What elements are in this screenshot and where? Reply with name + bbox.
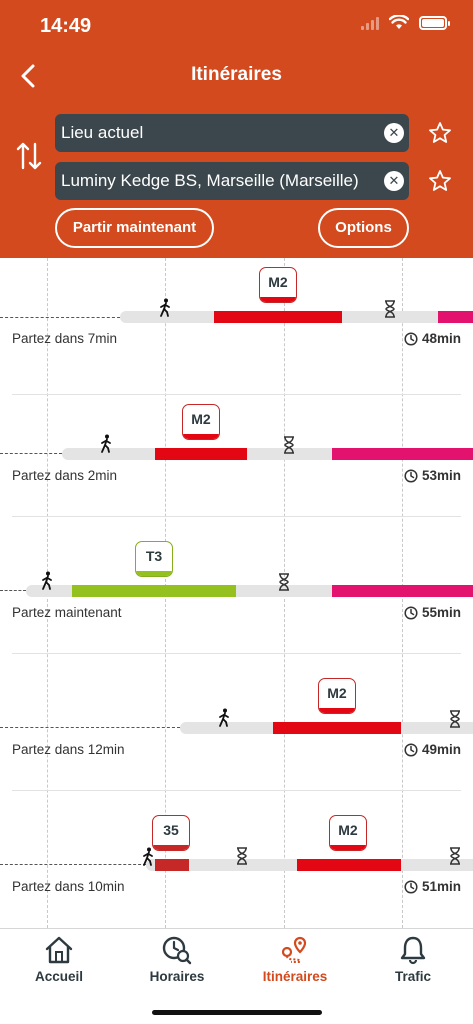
hourglass-icon bbox=[237, 847, 247, 865]
trip-duration: 49min bbox=[404, 742, 461, 757]
wifi-icon bbox=[389, 15, 409, 29]
wait-segment bbox=[401, 722, 473, 734]
tab-itineraires[interactable]: Itinéraires bbox=[236, 929, 354, 999]
departure-text: Partez dans 2min bbox=[12, 468, 118, 483]
hourglass-icon bbox=[284, 436, 294, 454]
line-badge-m2: M2 bbox=[329, 815, 367, 851]
origin-field[interactable]: Lieu actuel ✕ bbox=[55, 114, 409, 152]
itinerary-list[interactable]: M2 Partez dans 7min 48min M2 Partez dans… bbox=[0, 258, 473, 928]
duration-value: 55min bbox=[421, 605, 461, 620]
trip-duration: 55min bbox=[404, 605, 461, 620]
duration-value: 53min bbox=[421, 468, 461, 483]
route-pin-icon bbox=[281, 936, 307, 963]
metro-segment bbox=[297, 859, 401, 871]
tab-label: Itinéraires bbox=[262, 969, 328, 984]
connection-segment bbox=[332, 585, 473, 597]
itinerary-card[interactable]: T3 Partez maintenant 55min bbox=[0, 517, 473, 654]
itinerary-card[interactable]: 35 M2 Partez dans 10min 51min bbox=[0, 791, 473, 928]
destination-value: Luminy Kedge BS, Marseille (Marseille) bbox=[61, 171, 359, 190]
departure-marker-line bbox=[0, 864, 146, 865]
status-time: 14:49 bbox=[40, 15, 92, 37]
page-title: Itinéraires bbox=[191, 64, 282, 85]
connection-segment bbox=[332, 448, 473, 460]
walking-person-icon bbox=[219, 708, 229, 727]
clock-icon bbox=[404, 879, 418, 894]
hourglass-icon bbox=[450, 710, 460, 728]
clear-origin-button[interactable]: ✕ bbox=[384, 123, 404, 143]
departure-marker-line bbox=[0, 727, 180, 728]
trip-duration: 48min bbox=[404, 331, 461, 346]
status-icons bbox=[361, 15, 450, 30]
walking-person-icon bbox=[143, 847, 153, 866]
destination-field[interactable]: Luminy Kedge BS, Marseille (Marseille) ✕ bbox=[55, 162, 409, 200]
hourglass-icon bbox=[279, 573, 289, 591]
tab-horaires[interactable]: Horaires bbox=[118, 929, 236, 999]
walking-person-icon bbox=[101, 434, 111, 453]
departure-text: Partez dans 10min bbox=[12, 879, 125, 894]
duration-value: 51min bbox=[421, 879, 461, 894]
departure-marker-line bbox=[0, 590, 26, 591]
tab-trafic[interactable]: Trafic bbox=[354, 929, 472, 999]
clock-icon bbox=[404, 742, 418, 757]
departure-text: Partez dans 12min bbox=[12, 742, 125, 757]
trip-duration: 51min bbox=[404, 879, 461, 894]
itinerary-card[interactable]: M2 Partez dans 12min 49min bbox=[0, 654, 473, 791]
duration-value: 48min bbox=[421, 331, 461, 346]
itinerary-card[interactable]: M2 Partez dans 2min 53min bbox=[0, 380, 473, 517]
walking-person-icon bbox=[160, 298, 170, 317]
home-indicator[interactable] bbox=[152, 1010, 322, 1015]
hourglass-icon bbox=[385, 300, 395, 318]
metro-segment bbox=[155, 448, 247, 460]
departure-marker-line bbox=[0, 317, 120, 318]
metro-segment bbox=[273, 722, 401, 734]
clock-search-icon bbox=[162, 936, 192, 965]
departure-text: Partez dans 7min bbox=[12, 331, 118, 346]
clock-icon bbox=[404, 605, 418, 620]
connection-segment bbox=[438, 311, 473, 323]
home-icon bbox=[45, 936, 73, 964]
tab-accueil[interactable]: Accueil bbox=[0, 929, 118, 999]
status-bar: 14:49 bbox=[0, 0, 473, 52]
tab-label: Accueil bbox=[34, 969, 84, 984]
departure-text: Partez maintenant bbox=[12, 605, 122, 620]
line-badge-m2: M2 bbox=[259, 267, 297, 303]
duration-value: 49min bbox=[421, 742, 461, 757]
walking-person-icon bbox=[42, 571, 52, 590]
bell-icon bbox=[400, 936, 426, 965]
favorite-destination-star-icon[interactable] bbox=[428, 169, 452, 193]
clock-icon bbox=[404, 331, 418, 346]
trip-duration: 53min bbox=[404, 468, 461, 483]
swap-directions-button[interactable] bbox=[16, 140, 42, 172]
cellular-signal-icon bbox=[361, 16, 379, 30]
tab-label: Horaires bbox=[149, 969, 205, 984]
line-badge-m2: M2 bbox=[318, 678, 356, 714]
tab-label: Trafic bbox=[394, 969, 432, 984]
battery-icon bbox=[419, 15, 450, 30]
origin-value: Lieu actuel bbox=[61, 123, 144, 142]
leave-now-button[interactable]: Partir maintenant bbox=[55, 208, 214, 248]
header: 14:49 Itinéraires Lieu actuel ✕ Luminy K… bbox=[0, 0, 473, 258]
bus-segment bbox=[155, 859, 189, 871]
line-badge-t3: T3 bbox=[135, 541, 173, 577]
departure-marker-line bbox=[0, 453, 62, 454]
line-badge-m2: M2 bbox=[182, 404, 220, 440]
favorite-origin-star-icon[interactable] bbox=[428, 121, 452, 145]
options-button[interactable]: Options bbox=[318, 208, 409, 248]
clock-icon bbox=[404, 468, 418, 483]
wait-segment bbox=[401, 859, 473, 871]
itinerary-card[interactable]: M2 Partez dans 7min 48min bbox=[0, 258, 473, 395]
clear-destination-button[interactable]: ✕ bbox=[384, 171, 404, 191]
tram-segment bbox=[72, 585, 236, 597]
hourglass-icon bbox=[450, 847, 460, 865]
metro-segment bbox=[214, 311, 342, 323]
line-badge-35: 35 bbox=[152, 815, 190, 851]
